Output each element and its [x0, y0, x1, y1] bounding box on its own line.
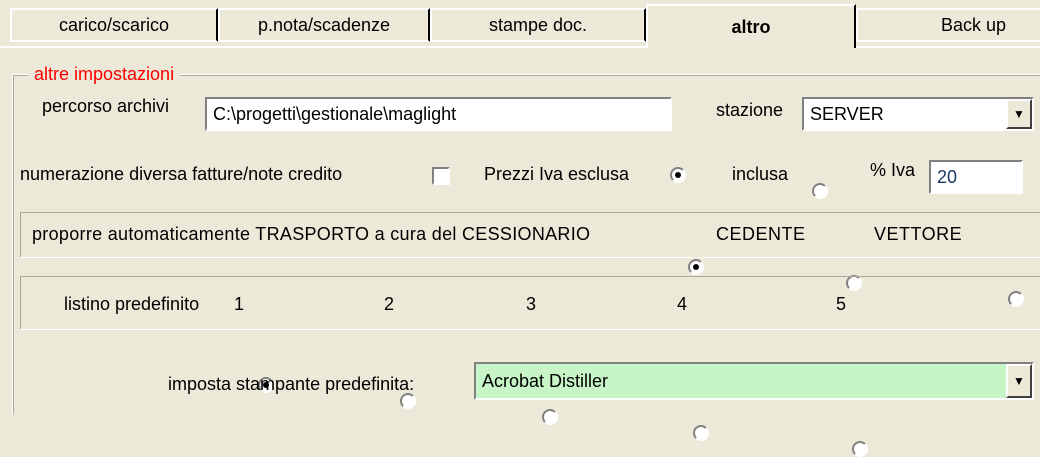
stazione-value: SERVER: [810, 103, 884, 124]
chevron-down-icon[interactable]: ▼: [1006, 99, 1032, 129]
listino-option-2-radio[interactable]: [400, 393, 416, 409]
percorso-input[interactable]: [205, 97, 672, 131]
cedente-label: CEDENTE: [716, 224, 806, 244]
tab-label: stampe doc.: [488, 14, 588, 35]
tab-altro[interactable]: altro: [646, 4, 856, 48]
tab-stampe-doc[interactable]: stampe doc.: [430, 8, 646, 42]
tab-label: Back up: [940, 14, 1006, 35]
stampante-value: Acrobat Distiller: [482, 370, 609, 391]
group-title: altre impostazioni: [28, 64, 181, 85]
prezzi-esclusa-radio[interactable]: [670, 167, 686, 183]
chevron-down-icon[interactable]: ▼: [1006, 364, 1032, 398]
listino-option-5-radio[interactable]: [852, 441, 868, 457]
vettore-label: VETTORE: [874, 224, 963, 244]
prezzi-inclusa-radio[interactable]: [812, 183, 828, 199]
trasporto-label: proporre automaticamente TRASPORTO a cur…: [32, 224, 591, 244]
percorso-label: percorso archivi: [42, 96, 170, 116]
iva-input[interactable]: [929, 160, 1023, 194]
listino-option-3-label: 3: [526, 294, 537, 314]
listino-option-3-radio[interactable]: [542, 409, 558, 425]
tab-label: p.nota/scadenze: [257, 14, 391, 35]
prezzi-inclusa-label: inclusa: [732, 164, 789, 184]
tab-pnota-scadenze[interactable]: p.nota/scadenze: [218, 8, 430, 42]
cessionario-radio[interactable]: [688, 259, 704, 275]
iva-label: % Iva: [870, 160, 916, 180]
listino-label: listino predefinito: [64, 294, 200, 314]
stampante-label: imposta stampante predefinita:: [168, 374, 415, 394]
prezzi-esclusa-label: Prezzi Iva esclusa: [484, 164, 630, 184]
tab-backup[interactable]: Back up: [856, 8, 1040, 42]
listino-option-2-label: 2: [384, 294, 395, 314]
tab-carico-scarico[interactable]: carico/scarico: [10, 8, 218, 42]
numerazione-checkbox[interactable]: [432, 167, 450, 185]
tab-label: carico/scarico: [58, 14, 170, 35]
listino-option-5-label: 5: [836, 294, 847, 314]
numerazione-label: numerazione diversa fatture/note credito: [20, 164, 343, 184]
stazione-label: stazione: [716, 100, 784, 120]
listino-option-4-label: 4: [677, 294, 688, 314]
tab-label: altro: [731, 16, 771, 37]
listino-option-4-radio[interactable]: [693, 425, 709, 441]
tab-bar: carico/scarico p.nota/scadenze stampe do…: [0, 0, 1040, 48]
stampante-select[interactable]: Acrobat Distiller ▼: [474, 362, 1034, 400]
tab-divider: [0, 46, 1040, 48]
listino-option-1-label: 1: [234, 294, 245, 314]
stazione-select[interactable]: SERVER ▼: [802, 97, 1034, 131]
